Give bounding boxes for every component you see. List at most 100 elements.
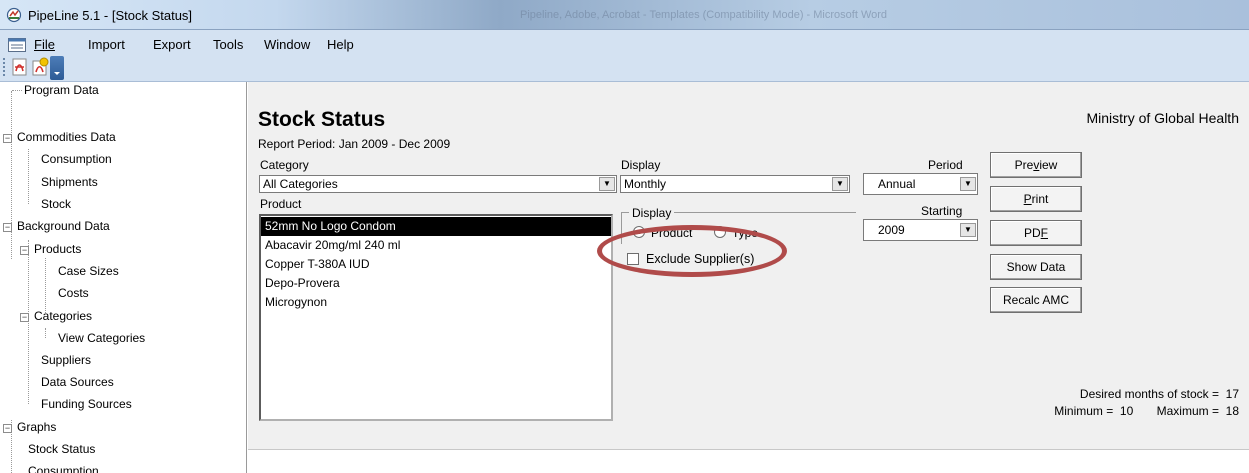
tree-item-consumption-graph[interactable]: Consumption bbox=[12, 462, 99, 473]
product-list[interactable]: 52mm No Logo Condom Abacavir 20mg/ml 240… bbox=[259, 214, 613, 421]
tree-label: Stock bbox=[41, 197, 72, 211]
collapse-background-data-icon[interactable]: − bbox=[3, 223, 12, 232]
tree-item-stock[interactable]: Stock bbox=[29, 195, 71, 213]
desired-value: 17 bbox=[1225, 387, 1239, 401]
starting-year-select[interactable]: 2009 ▼ bbox=[863, 219, 978, 241]
tree-label: Funding Sources bbox=[41, 397, 132, 411]
category-value: All Categories bbox=[263, 177, 338, 191]
tree-item-background-data[interactable]: Background Data bbox=[15, 217, 110, 235]
collapse-graphs-icon[interactable]: − bbox=[3, 424, 12, 433]
tree-label: Case Sizes bbox=[58, 264, 119, 278]
menu-import[interactable]: Import bbox=[88, 37, 125, 52]
preview-button[interactable]: Preview bbox=[990, 152, 1082, 178]
background-window-title: Pipeline, Adobe, Acrobat - Templates (Co… bbox=[520, 9, 888, 21]
desired-months-readout: Desired months of stock = 17 bbox=[1080, 387, 1239, 401]
radio-type[interactable] bbox=[714, 226, 726, 238]
product-item[interactable]: Depo-Provera bbox=[261, 274, 611, 293]
system-menu-icon[interactable] bbox=[8, 38, 26, 52]
organization-name: Ministry of Global Health bbox=[1086, 110, 1239, 126]
category-select[interactable]: All Categories ▼ bbox=[259, 175, 617, 193]
collapse-categories-icon[interactable]: − bbox=[20, 313, 29, 322]
maximum-label: Maximum = bbox=[1156, 404, 1219, 418]
show-data-button[interactable]: Show Data bbox=[990, 254, 1082, 280]
tree-item-graphs[interactable]: Graphs bbox=[15, 418, 56, 436]
pdf-settings-icon[interactable] bbox=[29, 57, 51, 77]
menu-export[interactable]: Export bbox=[153, 37, 191, 52]
toolbar-overflow-button[interactable] bbox=[50, 56, 64, 80]
tree-item-data-sources[interactable]: Data Sources bbox=[29, 373, 114, 391]
period-select[interactable]: Annual ▼ bbox=[863, 173, 978, 195]
display-select[interactable]: Monthly ▼ bbox=[620, 175, 850, 193]
tree-label: Stock Status bbox=[28, 442, 96, 456]
min-max-readout: Minimum = 10 Maximum = 18 bbox=[1054, 404, 1239, 418]
radio-product[interactable] bbox=[633, 226, 645, 238]
title-bar: PipeLine 5.1 - [Stock Status] Pipeline, … bbox=[0, 0, 1249, 30]
tree-item-suppliers[interactable]: Suppliers bbox=[29, 351, 91, 369]
chevron-down-icon[interactable]: ▼ bbox=[960, 223, 976, 237]
print-button[interactable]: Print bbox=[990, 186, 1082, 212]
chevron-down-icon[interactable]: ▼ bbox=[960, 177, 976, 191]
tree-connector bbox=[12, 90, 22, 91]
window-title: PipeLine 5.1 - [Stock Status] bbox=[28, 8, 193, 23]
product-item[interactable]: Microgynon bbox=[261, 293, 611, 312]
toolbar-grip[interactable] bbox=[3, 58, 5, 76]
report-period: Report Period: Jan 2009 - Dec 2009 bbox=[258, 137, 451, 151]
starting-label: Starting bbox=[921, 204, 963, 218]
tree-label: Categories bbox=[34, 309, 93, 323]
pdf-button[interactable]: PDF bbox=[990, 220, 1082, 246]
tree-item-shipments[interactable]: Shipments bbox=[29, 173, 98, 191]
print-label-u: P bbox=[1023, 192, 1032, 206]
menu-file[interactable]: File bbox=[34, 37, 55, 52]
tree-item-consumption[interactable]: Consumption bbox=[29, 150, 112, 168]
pdf-label-a: PD bbox=[1023, 226, 1041, 240]
tree-item-costs[interactable]: Costs bbox=[46, 284, 89, 302]
maximum-value: 18 bbox=[1225, 404, 1239, 418]
tree-item-stock-status[interactable]: Stock Status bbox=[12, 440, 95, 458]
tree-item-categories[interactable]: Categories bbox=[32, 307, 92, 325]
radio-type-label[interactable]: Type bbox=[732, 226, 758, 240]
menu-bar: File Import Export Tools Window Help bbox=[0, 30, 1249, 82]
category-label: Category bbox=[260, 158, 309, 172]
product-item[interactable]: 52mm No Logo Condom bbox=[261, 217, 611, 236]
tree-label: Shipments bbox=[41, 175, 98, 189]
tree-label: Commodities Data bbox=[17, 130, 116, 144]
tree-item-commodities-data[interactable]: Commodities Data bbox=[15, 128, 116, 146]
period-label: Period bbox=[928, 158, 963, 172]
minimum-value: 10 bbox=[1119, 404, 1134, 418]
tree-item-products[interactable]: Products bbox=[32, 240, 81, 258]
report-panel: Stock Status Report Period: Jan 2009 - D… bbox=[248, 82, 1249, 450]
collapse-commodities-icon[interactable]: − bbox=[3, 134, 12, 143]
tree-item-case-sizes[interactable]: Case Sizes bbox=[46, 262, 119, 280]
chevron-down-icon[interactable]: ▼ bbox=[599, 177, 615, 191]
pdf-export-icon[interactable] bbox=[9, 57, 31, 77]
tree-label: Products bbox=[34, 242, 82, 256]
display-label: Display bbox=[621, 158, 661, 172]
tree-label: Consumption bbox=[41, 152, 112, 166]
menu-help[interactable]: Help bbox=[327, 37, 354, 52]
product-item[interactable]: Abacavir 20mg/ml 240 ml bbox=[261, 236, 611, 255]
tree-item-view-categories[interactable]: View Categories bbox=[46, 329, 145, 347]
chevron-down-icon bbox=[54, 72, 60, 75]
chevron-down-icon[interactable]: ▼ bbox=[832, 177, 848, 191]
tree-label: Costs bbox=[58, 286, 89, 300]
exclude-suppliers-label[interactable]: Exclude Supplier(s) bbox=[646, 252, 754, 266]
tree-item-funding-sources[interactable]: Funding Sources bbox=[29, 395, 132, 413]
product-item[interactable]: Copper T-380A IUD bbox=[261, 255, 611, 274]
pipeline-app-icon bbox=[6, 7, 22, 23]
exclude-suppliers-checkbox[interactable] bbox=[627, 253, 639, 265]
menu-window[interactable]: Window bbox=[264, 37, 310, 52]
collapse-products-icon[interactable]: − bbox=[20, 246, 29, 255]
page-title: Stock Status bbox=[258, 108, 386, 131]
print-label-b: rint bbox=[1031, 192, 1049, 206]
tree-label: Graphs bbox=[17, 420, 57, 434]
tree-item-program-data[interactable]: Program Data bbox=[12, 82, 99, 99]
period-value: Annual bbox=[878, 177, 916, 191]
display-value: Monthly bbox=[624, 177, 667, 191]
preview-label-b: iew bbox=[1039, 158, 1058, 172]
starting-value: 2009 bbox=[878, 223, 905, 237]
tree-label: View Categories bbox=[58, 331, 146, 345]
radio-product-label[interactable]: Product bbox=[651, 226, 692, 240]
menu-tools[interactable]: Tools bbox=[213, 37, 243, 52]
recalc-amc-button[interactable]: Recalc AMC bbox=[990, 287, 1082, 313]
tree-label: Suppliers bbox=[41, 353, 92, 367]
